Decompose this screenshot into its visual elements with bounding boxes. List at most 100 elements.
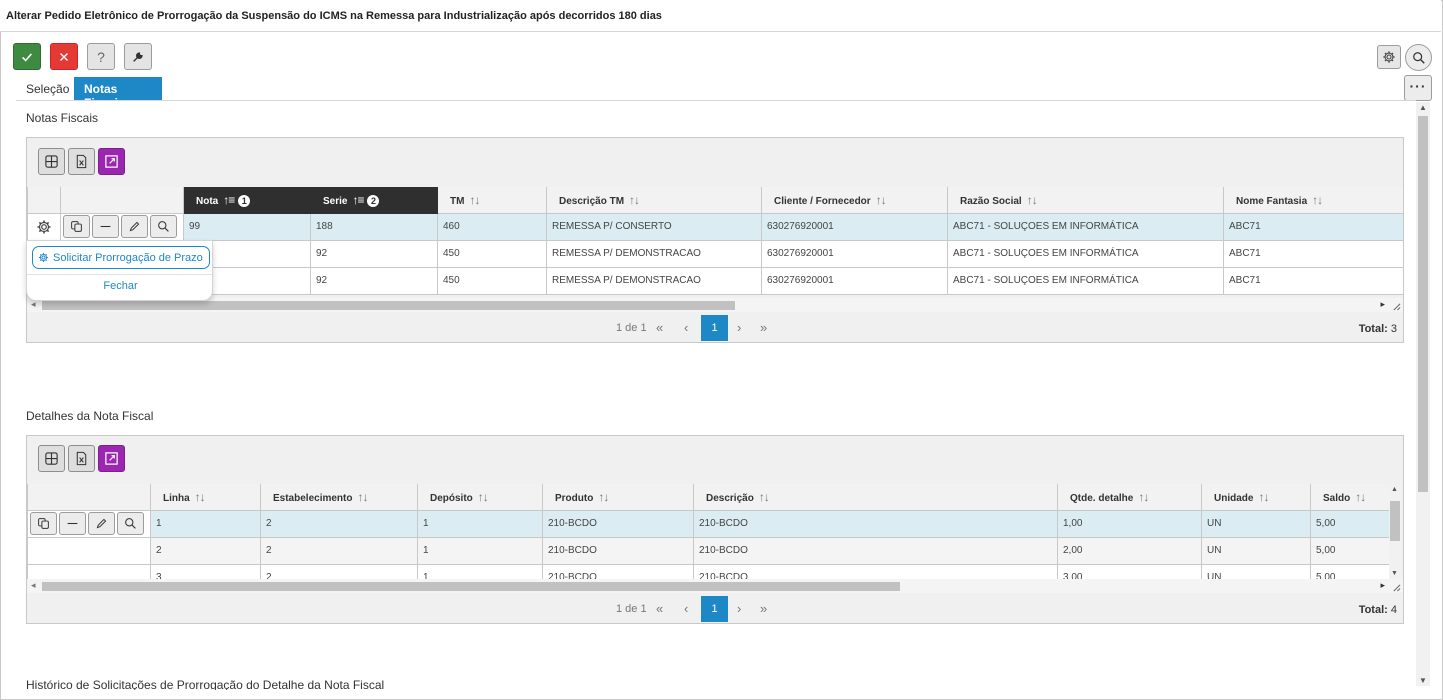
cell-nota[interactable]: 99 [183,212,311,241]
current-page-button[interactable]: 1 [701,596,728,622]
cell-saldo[interactable]: 5,00 [1310,509,1389,538]
cell-serie[interactable]: 92 [310,239,438,268]
scrollbar-thumb[interactable] [1418,116,1428,492]
help-button[interactable]: ? [87,43,115,70]
cell-razao-social[interactable]: ABC71 - SOLUÇOES EM INFORMÁTICA [947,266,1224,295]
expand-grid-button[interactable] [98,148,125,175]
cell-descricao[interactable]: 210-BCDO [693,509,1058,538]
col-header-deposito[interactable]: Depósito ↑↓ [417,484,543,511]
cell-qtde-detalhe[interactable]: 3,00 [1057,563,1202,579]
table-row[interactable]: 99 188 460 REMESSA P/ CONSERTO 630276920… [27,212,1403,241]
col-header-nome-fantasia[interactable]: Nome Fantasia ↑↓ [1223,187,1403,214]
request-extension-option[interactable]: Solicitar Prorrogação de Prazo [32,246,210,269]
tab-notas-fiscais[interactable]: Notas Fiscais [74,77,162,110]
row-settings-cell[interactable] [27,212,61,241]
col-header-serie[interactable]: Serie ↑≡ 2 [310,187,438,214]
col-header-estabelecimento[interactable]: Estabelecimento ↑↓ [260,484,418,511]
cell-nome-fantasia[interactable]: ABC71 [1223,266,1403,295]
cell-produto[interactable]: 210-BCDO [542,536,694,565]
current-page-button[interactable]: 1 [701,315,728,341]
cell-saldo[interactable]: 5,00 [1310,536,1389,565]
table-row[interactable]: 3 2 1 210-BCDO 210-BCDO 3,00 UN 5,00 [27,563,1389,579]
edit-row-button[interactable] [121,215,148,238]
cell-deposito[interactable]: 1 [417,536,543,565]
col-header-produto[interactable]: Produto ↑↓ [542,484,694,511]
more-options-button[interactable]: ··· [1404,75,1432,101]
scroll-left-icon[interactable]: ◂ [31,580,36,591]
scrollbar-thumb[interactable] [42,301,735,310]
cell-estabelecimento[interactable]: 2 [260,563,418,579]
cell-estabelecimento[interactable]: 2 [260,509,418,538]
table-row[interactable]: 92 450 REMESSA P/ DEMONSTRACAO 630276920… [27,239,1403,268]
cell-tm[interactable]: 450 [437,239,547,268]
resize-grip-icon[interactable] [1392,302,1401,311]
delete-row-button[interactable] [59,512,86,535]
tab-selecao[interactable]: Seleção [16,77,79,100]
prev-page-icon[interactable]: ‹ [684,601,688,616]
table-row[interactable]: 92 450 REMESSA P/ DEMONSTRACAO 630276920… [27,266,1403,295]
cell-razao-social[interactable]: ABC71 - SOLUÇOES EM INFORMÁTICA [947,239,1224,268]
close-menu-button[interactable]: Fechar [27,280,214,292]
cell-serie[interactable]: 92 [310,266,438,295]
prev-page-icon[interactable]: ‹ [684,320,688,335]
last-page-icon[interactable]: » [760,320,767,335]
col-header-saldo[interactable]: Saldo ↑↓ [1310,484,1389,511]
cell-unidade[interactable]: UN [1201,536,1311,565]
cell-cliente[interactable]: 630276920001 [761,266,948,295]
scrollbar-thumb[interactable] [1390,501,1400,541]
col-header-qtde-detalhe[interactable]: Qtde. detalhe ↑↓ [1057,484,1202,511]
notas-horizontal-scrollbar[interactable]: ◂ ▸ [27,298,1403,312]
cell-qtde-detalhe[interactable]: 1,00 [1057,509,1202,538]
expand-grid-button[interactable] [98,445,125,472]
col-header-linha[interactable]: Linha ↑↓ [150,484,261,511]
cell-produto[interactable]: 210-BCDO [542,509,694,538]
search-button[interactable] [1405,44,1432,71]
grid-layout-button[interactable] [38,148,65,175]
cell-descricao-tm[interactable]: REMESSA P/ DEMONSTRACAO [546,266,762,295]
cell-cliente[interactable]: 630276920001 [761,239,948,268]
copy-row-button[interactable] [30,512,57,535]
resize-grip-icon[interactable] [1392,583,1401,592]
scroll-down-icon[interactable]: ▼ [1391,570,1398,577]
view-row-button[interactable] [117,512,144,535]
col-header-descricao[interactable]: Descrição ↑↓ [693,484,1058,511]
next-page-icon[interactable]: › [737,320,741,335]
scroll-right-icon[interactable]: ▸ [1380,580,1385,591]
cell-descricao[interactable]: 210-BCDO [693,536,1058,565]
cell-cliente[interactable]: 630276920001 [761,212,948,241]
cell-descricao[interactable]: 210-BCDO [693,563,1058,579]
page-vertical-scrollbar[interactable]: ▲ ▼ [1416,102,1430,686]
cell-deposito[interactable]: 1 [417,563,543,579]
gear-icon[interactable] [36,219,52,235]
first-page-icon[interactable]: « [656,601,663,616]
delete-row-button[interactable] [92,215,119,238]
cell-unidade[interactable]: UN [1201,509,1311,538]
cell-produto[interactable]: 210-BCDO [542,563,694,579]
scroll-right-icon[interactable]: ▸ [1380,299,1385,310]
view-row-button[interactable] [150,215,177,238]
scroll-down-icon[interactable]: ▼ [1419,676,1427,685]
settings-button[interactable] [1377,45,1401,69]
cell-descricao-tm[interactable]: REMESSA P/ DEMONSTRACAO [546,239,762,268]
edit-row-button[interactable] [88,512,115,535]
col-header-tm[interactable]: TM ↑↓ [437,187,547,214]
next-page-icon[interactable]: › [737,601,741,616]
cancel-button[interactable] [50,43,78,70]
detalhes-vertical-scrollbar[interactable]: ▲ ▼ [1389,484,1401,579]
col-header-unidade[interactable]: Unidade ↑↓ [1201,484,1311,511]
cell-linha[interactable]: 2 [150,536,261,565]
scrollbar-thumb[interactable] [42,582,900,591]
cell-estabelecimento[interactable]: 2 [260,536,418,565]
cell-deposito[interactable]: 1 [417,509,543,538]
cell-qtde-detalhe[interactable]: 2,00 [1057,536,1202,565]
cell-saldo[interactable]: 5,00 [1310,563,1389,579]
export-excel-button[interactable] [68,445,95,472]
detalhes-horizontal-scrollbar[interactable]: ◂ ▸ [27,579,1403,593]
scroll-up-icon[interactable]: ▲ [1391,486,1398,493]
copy-row-button[interactable] [63,215,90,238]
export-excel-button[interactable] [68,148,95,175]
col-header-razao-social[interactable]: Razão Social ↑↓ [947,187,1224,214]
cell-serie[interactable]: 188 [310,212,438,241]
last-page-icon[interactable]: » [760,601,767,616]
cell-linha[interactable]: 3 [150,563,261,579]
